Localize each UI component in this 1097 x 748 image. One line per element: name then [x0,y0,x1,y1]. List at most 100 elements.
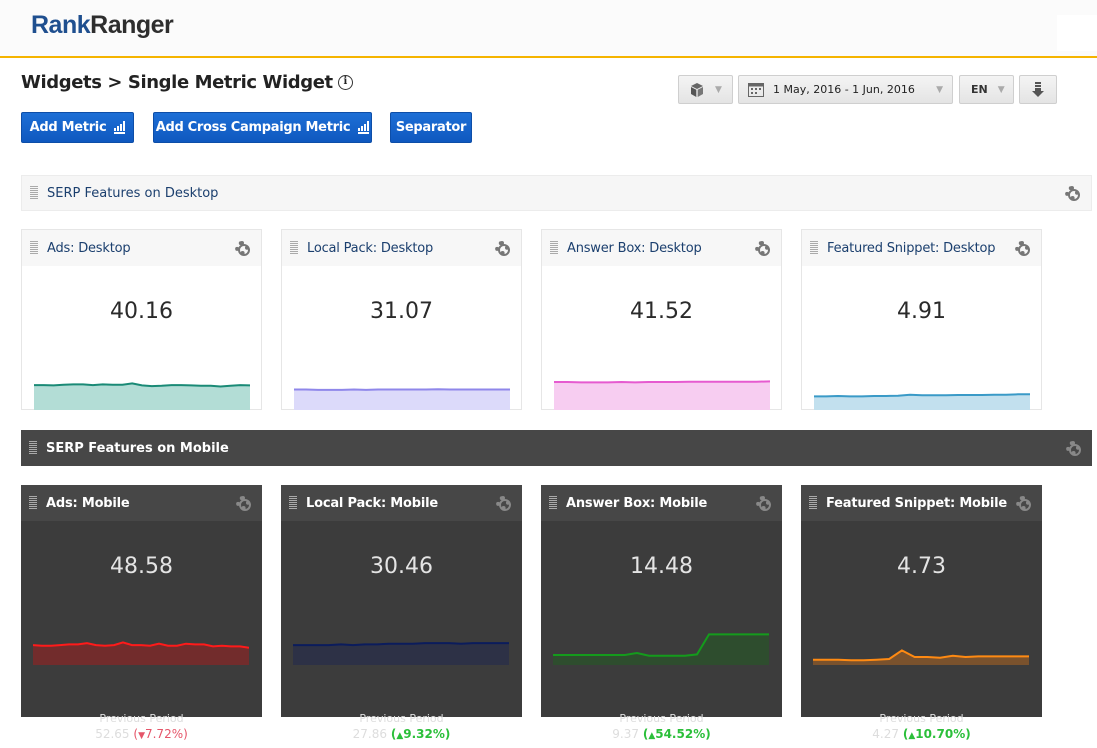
gear-icon[interactable] [755,241,770,256]
widget-title: Answer Box: Mobile [566,495,708,511]
gear-icon[interactable] [236,496,251,511]
gear-icon[interactable] [1016,496,1031,511]
widget-title: Ads: Mobile [46,495,130,511]
metric-widget: Featured Snippet: Desktop 4.91 [801,229,1042,410]
gear-icon[interactable] [1065,186,1080,201]
widget-title: Ads: Desktop [47,240,131,256]
metric-value: 30.46 [370,554,433,579]
bar-chart-icon [358,120,370,134]
change-badge: (▼7.72%) [133,727,188,741]
sparkline-chart [814,393,1030,410]
gear-icon[interactable] [235,241,250,256]
change-percent: 7.72% [144,727,184,741]
widget-header: Answer Box: Desktop [542,230,781,266]
sparkline-chart [34,382,250,410]
drag-handle-icon[interactable] [549,496,557,510]
date-range-picker[interactable]: 1 May, 2016 - 1 Jun, 2016 ▼ [738,75,953,104]
language-value: EN [971,83,988,96]
section-title: SERP Features on Desktop [47,185,219,201]
sparkline-area [294,389,510,410]
chevron-down-icon: ▼ [997,84,1005,95]
gear-icon[interactable] [1015,241,1030,256]
sparkline-area [293,643,509,665]
drag-handle-icon[interactable] [289,496,297,510]
section-title: SERP Features on Mobile [46,440,229,456]
header-blank-area [1057,15,1097,51]
add-metric-button[interactable]: Add Metric [21,112,134,143]
calendar-icon [748,82,764,97]
date-range-value: 1 May, 2016 - 1 Jun, 2016 [773,83,915,96]
page-title: Widgets > Single Metric Widget i [21,72,353,93]
drag-handle-icon[interactable] [290,241,298,255]
previous-period-label: Previous Period [99,712,184,725]
previous-period-value: 52.65 [95,727,130,741]
download-icon [1032,81,1044,97]
gear-icon[interactable] [756,496,771,511]
change-badge: (▲54.52%) [642,727,711,741]
widget-title: Featured Snippet: Mobile [826,495,1008,511]
separator-button[interactable]: Separator [390,112,472,143]
widget-title: Answer Box: Desktop [567,240,702,256]
drag-handle-icon[interactable] [30,186,38,200]
change-percent: 9.32% [403,727,445,741]
metric-widget: Answer Box: Desktop 41.52 [541,229,782,410]
metric-widget: Answer Box: Mobile 14.48 Previous Period 9.… [541,485,782,741]
sparkline-chart [294,388,510,410]
section-serp-mobile: SERP Features on Mobile [21,430,1092,466]
chevron-down-icon: ▼ [715,84,722,95]
sparkline-area [554,381,770,410]
sparkline-line [554,380,770,384]
language-selector[interactable]: EN ▼ [959,75,1014,104]
previous-period-label: Previous Period [879,712,964,725]
change-percent: 54.52% [655,727,706,741]
widget-title: Local Pack: Mobile [306,495,439,511]
drag-handle-icon[interactable] [810,241,818,255]
bar-chart-icon [114,120,126,134]
metric-widget: Local Pack: Mobile 30.46 Previous Period 27… [281,485,522,741]
add-cross-campaign-metric-button[interactable]: Add Cross Campaign Metric [153,112,372,143]
metric-value: 48.58 [110,554,173,579]
widget-title: Featured Snippet: Desktop [827,240,996,256]
campaign-selector[interactable]: ▼ [678,75,733,104]
metric-value: 40.16 [110,299,173,324]
widget-header: Featured Snippet: Mobile [801,485,1042,521]
metric-value: 41.52 [630,299,693,324]
metric-value: 14.48 [630,554,693,579]
drag-handle-icon[interactable] [29,441,37,455]
sparkline-chart [554,380,770,410]
download-button[interactable] [1019,75,1057,104]
section-serp-desktop: SERP Features on Desktop [21,175,1092,211]
cube-icon [691,82,703,97]
drag-handle-icon[interactable] [550,241,558,255]
sparkline-chart [813,649,1029,665]
drag-handle-icon[interactable] [30,241,38,255]
widget-header: Answer Box: Mobile [541,485,782,521]
top-bar: RankRanger [0,0,1097,58]
info-icon[interactable]: i [337,75,353,90]
metric-widget: Featured Snippet: Mobile 4.73 Previous Per… [801,485,1042,741]
drag-handle-icon[interactable] [29,496,37,510]
previous-period-value: 27.86 [352,727,387,741]
sparkline-chart [553,633,769,665]
gear-icon[interactable] [496,496,511,511]
metric-value: 4.73 [897,554,946,579]
previous-period-label: Previous Period [619,712,704,725]
sparkline-area [553,634,769,665]
widget-title: Local Pack: Desktop [307,240,434,256]
logo[interactable]: RankRanger [31,11,174,40]
widget-header: Featured Snippet: Desktop [802,230,1041,266]
sparkline-line [294,388,510,391]
breadcrumb: Widgets > Single Metric Widget [21,72,333,93]
widget-header: Ads: Mobile [21,485,262,521]
metric-value: 4.91 [897,299,946,324]
gear-icon[interactable] [495,241,510,256]
sparkline-area [34,383,250,410]
metric-widget: Local Pack: Desktop 31.07 [281,229,522,410]
gear-icon[interactable] [1066,441,1081,456]
previous-period-value: 4.27 [872,727,899,741]
metric-value: 31.07 [370,299,433,324]
sparkline-chart [33,641,249,665]
widget-header: Ads: Desktop [22,230,261,266]
drag-handle-icon[interactable] [809,496,817,510]
change-badge: (▲9.32%) [390,727,451,741]
